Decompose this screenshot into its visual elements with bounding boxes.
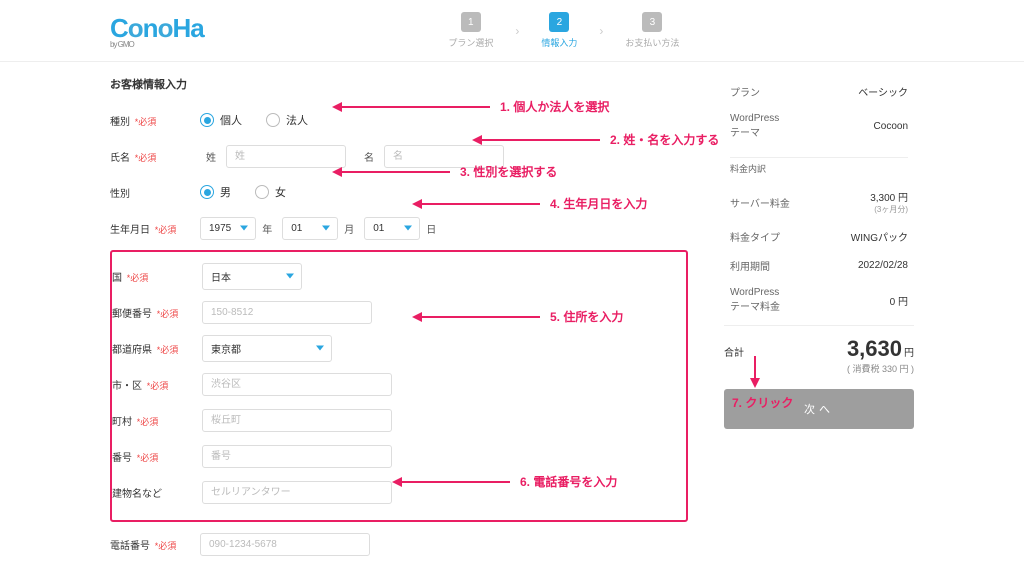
server-key: サーバー料金 bbox=[726, 183, 820, 221]
input-town[interactable] bbox=[202, 409, 392, 432]
step-1-label: プラン選択 bbox=[448, 36, 493, 49]
annotation-arrow bbox=[400, 481, 510, 483]
label-type: 種別 *必須 bbox=[110, 113, 200, 128]
themefee-value: 0 円 bbox=[822, 281, 912, 319]
step-3: 3 お支払い方法 bbox=[625, 12, 679, 49]
plan-value: ベーシック bbox=[822, 78, 912, 105]
sublabel-lastname: 姓 bbox=[206, 149, 216, 164]
input-street[interactable] bbox=[202, 445, 392, 468]
row-pref: 都道府県 *必須 東京都 bbox=[112, 332, 676, 364]
label-city: 市・区 *必須 bbox=[112, 377, 202, 392]
annotation-arrow bbox=[420, 203, 540, 205]
label-street: 番号 *必須 bbox=[112, 449, 202, 464]
row-city: 市・区 *必須 bbox=[112, 368, 676, 400]
total-label: 合計 bbox=[724, 344, 744, 359]
label-building: 建物名など bbox=[112, 485, 202, 500]
period-key: 利用期間 bbox=[726, 252, 820, 279]
annotation-7: 7. クリック bbox=[732, 394, 793, 411]
theme-key: WordPress テーマ bbox=[726, 107, 820, 145]
section-title: お客様情報入力 bbox=[110, 76, 688, 92]
radio-female-label: 女 bbox=[275, 184, 286, 200]
row-town: 町村 *必須 bbox=[112, 404, 676, 436]
row-street: 番号 *必須 bbox=[112, 440, 676, 472]
period-value: 2022/02/28 bbox=[822, 252, 912, 279]
annotation-arrow bbox=[340, 106, 490, 108]
label-town: 町村 *必須 bbox=[112, 413, 202, 428]
chevron-right-icon: › bbox=[515, 24, 519, 38]
tax-note: ( 消費税 330 円 ) bbox=[724, 362, 914, 375]
header: ConoHa by GMO 1 プラン選択 › 2 情報入力 › 3 お支払い方… bbox=[0, 0, 1024, 61]
label-name: 氏名 *必須 bbox=[110, 149, 200, 164]
row-phone: 電話番号 *必須 bbox=[110, 528, 688, 560]
summary-column: プランベーシック WordPress テーマCocoon 料金内訳 サーバー料金… bbox=[724, 76, 914, 564]
select-year[interactable]: 1975 bbox=[200, 217, 256, 240]
input-city[interactable] bbox=[202, 373, 392, 396]
step-2: 2 情報入力 bbox=[541, 12, 577, 49]
annotation-1: 1. 個人か法人を選択 bbox=[500, 98, 609, 115]
label-gender: 性別 bbox=[110, 185, 200, 200]
brand-logo: ConoHa by GMO bbox=[110, 13, 204, 49]
annotation-arrow bbox=[340, 171, 450, 173]
progress-steps: 1 プラン選択 › 2 情報入力 › 3 お支払い方法 bbox=[448, 12, 779, 49]
select-country[interactable]: 日本 bbox=[202, 263, 302, 290]
input-phone[interactable] bbox=[200, 533, 370, 556]
radio-male-label: 男 bbox=[220, 184, 231, 200]
step-2-label: 情報入力 bbox=[541, 36, 577, 49]
annotation-3: 3. 性別を選択する bbox=[460, 163, 557, 180]
total-amount: 3,630 bbox=[847, 336, 902, 361]
input-zip[interactable] bbox=[202, 301, 372, 324]
annotation-arrow bbox=[480, 139, 600, 141]
radio-male[interactable]: 男 bbox=[200, 184, 231, 200]
step-1-num: 1 bbox=[461, 12, 481, 32]
breakdown-label: 料金内訳 bbox=[730, 164, 766, 174]
row-birth: 生年月日 *必須 1975 年 01 月 01 日 bbox=[110, 212, 688, 244]
themefee-key: WordPress テーマ料金 bbox=[726, 281, 820, 319]
label-country: 国 *必須 bbox=[112, 269, 202, 284]
step-3-label: お支払い方法 bbox=[625, 36, 679, 49]
annotation-5: 5. 住所を入力 bbox=[550, 308, 623, 325]
annotation-arrow bbox=[420, 316, 540, 318]
radio-corporate-label: 法人 bbox=[286, 112, 308, 128]
step-3-num: 3 bbox=[642, 12, 662, 32]
select-pref[interactable]: 東京都 bbox=[202, 335, 332, 362]
annotation-4: 4. 生年月日を入力 bbox=[550, 195, 647, 212]
select-month[interactable]: 01 bbox=[282, 217, 338, 240]
form-column: お客様情報入力 種別 *必須 個人 法人 氏名 *必須 姓 名 性別 男 女 生… bbox=[110, 76, 688, 564]
input-building[interactable] bbox=[202, 481, 392, 504]
server-value: 3,300 円(3ヶ月分) bbox=[822, 183, 912, 221]
feetype-value: WINGパック bbox=[822, 223, 912, 250]
row-country: 国 *必須 日本 bbox=[112, 260, 676, 292]
radio-individual-label: 個人 bbox=[220, 112, 242, 128]
feetype-key: 料金タイプ bbox=[726, 223, 820, 250]
radio-female[interactable]: 女 bbox=[255, 184, 286, 200]
label-zip: 郵便番号 *必須 bbox=[112, 305, 202, 320]
annotation-arrow bbox=[754, 356, 756, 380]
step-2-num: 2 bbox=[549, 12, 569, 32]
theme-value: Cocoon bbox=[822, 107, 912, 145]
radio-individual[interactable]: 個人 bbox=[200, 112, 242, 128]
input-lastname[interactable] bbox=[226, 145, 346, 168]
chevron-right-icon: › bbox=[599, 24, 603, 38]
total-row: 合計 3,630円 bbox=[724, 336, 914, 362]
select-day[interactable]: 01 bbox=[364, 217, 420, 240]
annotation-6: 6. 電話番号を入力 bbox=[520, 473, 617, 490]
label-pref: 都道府県 *必須 bbox=[112, 341, 202, 356]
radio-corporate[interactable]: 法人 bbox=[266, 112, 308, 128]
step-1: 1 プラン選択 bbox=[448, 12, 493, 49]
sublabel-firstname: 名 bbox=[364, 149, 374, 164]
plan-key: プラン bbox=[726, 78, 820, 105]
row-name: 氏名 *必須 姓 名 bbox=[110, 140, 688, 172]
label-birth: 生年月日 *必須 bbox=[110, 221, 200, 236]
summary-table: プランベーシック WordPress テーマCocoon 料金内訳 サーバー料金… bbox=[724, 76, 914, 321]
annotation-2: 2. 姓・名を入力する bbox=[610, 131, 719, 148]
